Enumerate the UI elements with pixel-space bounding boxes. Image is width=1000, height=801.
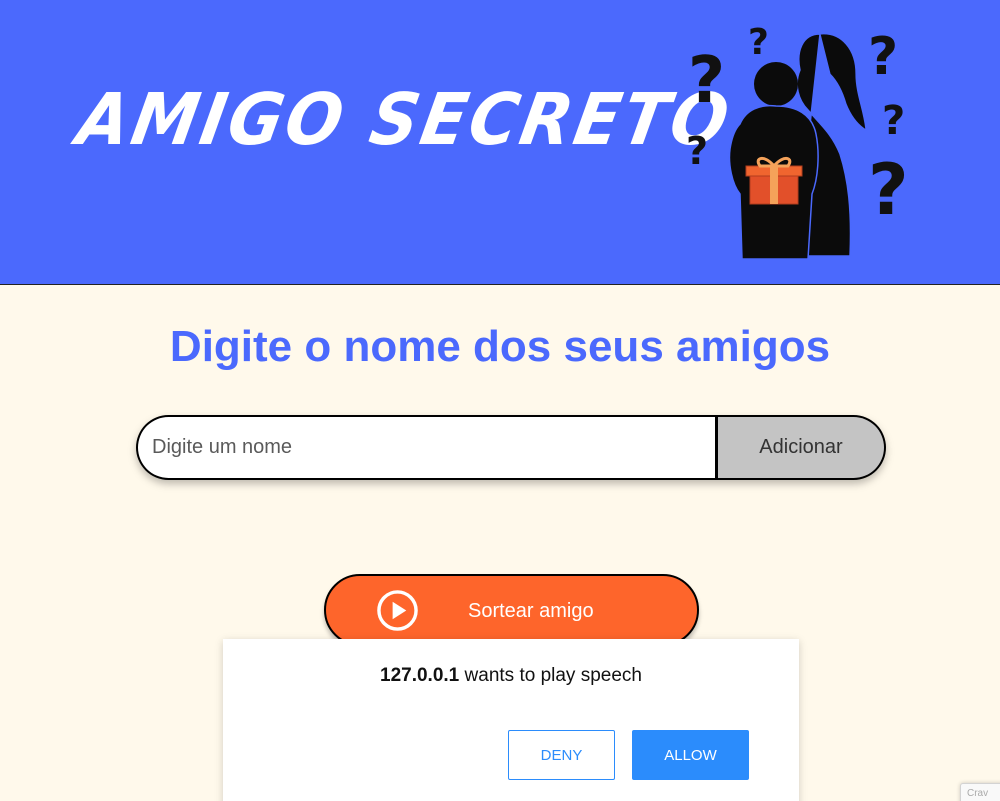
svg-text:?: ?	[688, 44, 725, 118]
permission-origin: 127.0.0.1	[380, 665, 460, 686]
svg-text:?: ?	[868, 149, 909, 231]
name-input[interactable]	[136, 415, 718, 480]
add-friend-form: Adicionar	[136, 415, 886, 480]
site-header: AMIGO SECRETO ? ? ? ? ? ?	[0, 0, 1000, 285]
amigo-secreto-logo: AMIGO SECRETO	[71, 78, 738, 162]
speech-permission-dialog: 127.0.0.1 wants to play speech DENY ALLO…	[223, 639, 799, 801]
recaptcha-badge[interactable]: Crav	[960, 783, 1000, 801]
svg-text:?: ?	[686, 129, 708, 173]
couple-with-gift-icon: ? ? ? ? ? ?	[686, 22, 909, 260]
draw-friend-button[interactable]: Sortear amigo	[324, 574, 699, 646]
svg-text:?: ?	[882, 98, 905, 144]
play-circle-icon	[377, 590, 418, 631]
permission-text: wants to play speech	[459, 665, 642, 686]
page-title: Digite o nome dos seus amigos	[169, 322, 831, 371]
add-button[interactable]: Adicionar	[718, 415, 886, 480]
permission-message: 127.0.0.1 wants to play speech	[223, 665, 799, 687]
draw-button-label: Sortear amigo	[468, 600, 594, 622]
svg-text:?: ?	[748, 22, 769, 63]
deny-button[interactable]: DENY	[508, 730, 615, 780]
svg-text:?: ?	[868, 27, 898, 87]
allow-button[interactable]: ALLOW	[632, 730, 749, 780]
